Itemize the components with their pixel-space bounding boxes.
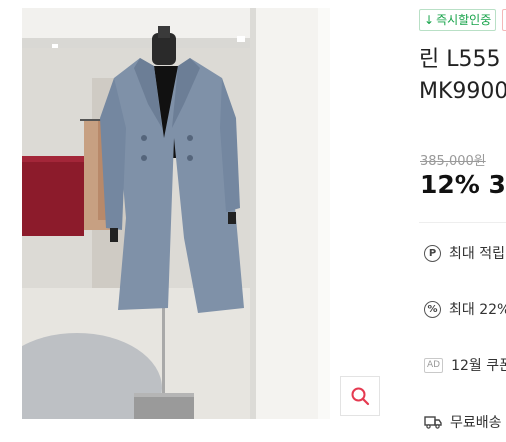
original-price: 385,000원 bbox=[420, 154, 486, 169]
zoom-button[interactable] bbox=[340, 376, 380, 416]
points-label: 최대 적립 bbox=[449, 246, 505, 262]
truck-icon bbox=[424, 416, 442, 429]
product-title-line1: 린 L555 bbox=[419, 47, 501, 72]
divider bbox=[419, 222, 506, 223]
magnifier-icon bbox=[351, 387, 370, 406]
shipping-row[interactable]: 무료배송 bbox=[424, 412, 506, 432]
discount-price: 12% 33 bbox=[420, 170, 506, 199]
coupon-label: 12월 쿠폰 bbox=[451, 358, 506, 374]
points-row[interactable]: P 최대 적립 bbox=[424, 243, 506, 263]
product-title-line2: MK9900 bbox=[419, 79, 506, 104]
ad-tag: AD bbox=[424, 357, 444, 373]
percent-icon: % bbox=[424, 300, 441, 318]
badge-row: ↓ 즉시할인중 bbox=[419, 9, 506, 31]
down-arrow-icon: ↓ bbox=[424, 13, 435, 27]
instant-discount-label: 즉시할인중 bbox=[436, 13, 492, 27]
point-icon: P bbox=[424, 244, 441, 262]
shipping-label: 무료배송 bbox=[450, 415, 502, 431]
secondary-badge bbox=[502, 9, 506, 31]
coupon-row[interactable]: AD 12월 쿠폰 bbox=[424, 355, 506, 375]
rate-label: 최대 22% bbox=[449, 302, 506, 318]
rate-row[interactable]: % 최대 22% bbox=[424, 299, 506, 319]
product-image[interactable] bbox=[22, 8, 330, 419]
instant-discount-badge: ↓ 즉시할인중 bbox=[419, 9, 497, 31]
product-title: 린 L555 MK9900 bbox=[419, 44, 506, 108]
